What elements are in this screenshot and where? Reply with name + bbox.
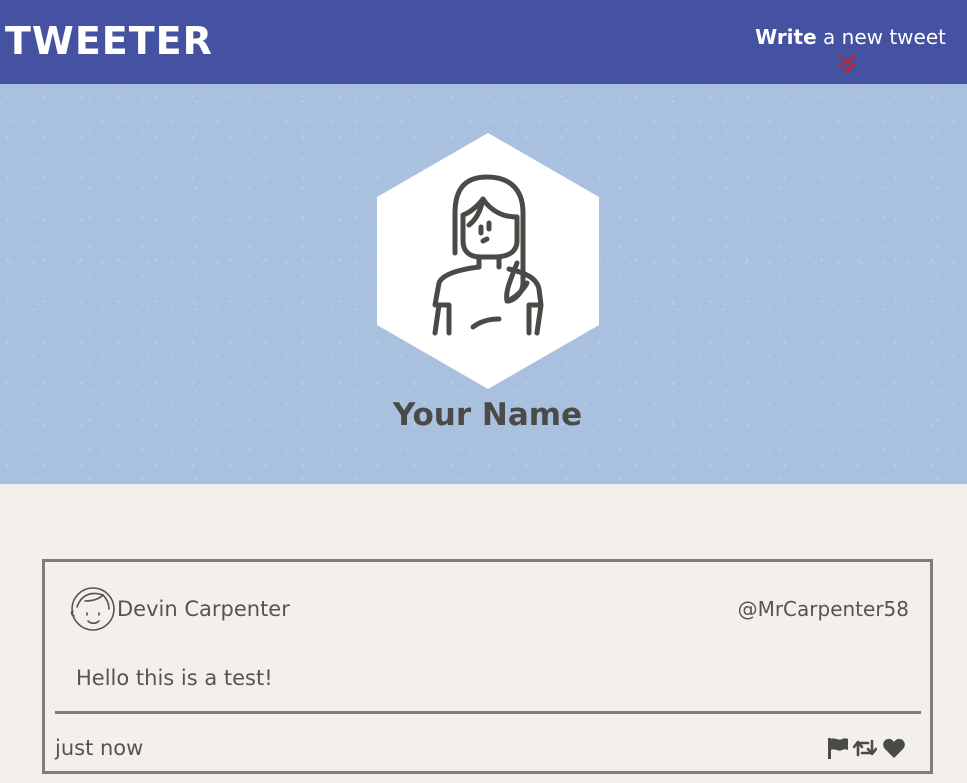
man-avatar-icon xyxy=(70,587,115,631)
retweet-icon[interactable] xyxy=(853,736,877,760)
flag-icon[interactable] xyxy=(826,736,850,760)
compose-label-rest: a new tweet xyxy=(816,25,946,49)
top-navbar: TWEETER Write a new tweet xyxy=(0,0,967,84)
tweet-body: Hello this is a test! xyxy=(76,666,273,690)
tweet-divider xyxy=(55,711,921,714)
tweet-card: Devin Carpenter @MrCarpenter58 Hello thi… xyxy=(42,559,933,774)
heart-icon[interactable] xyxy=(882,736,906,760)
profile-avatar xyxy=(377,133,599,389)
double-chevron-down-icon[interactable] xyxy=(837,54,857,74)
tweet-timestamp: just now xyxy=(55,736,144,760)
tweet-actions xyxy=(826,736,910,762)
profile-name: Your Name xyxy=(392,397,583,433)
compose-label-bold: Write xyxy=(755,25,817,49)
write-new-tweet-toggle[interactable]: Write a new tweet xyxy=(755,22,946,52)
profile-header: Your Name xyxy=(0,84,967,484)
tweet-author-handle: @MrCarpenter58 xyxy=(737,597,909,621)
tweet-author-name: Devin Carpenter xyxy=(117,597,290,621)
app-logo[interactable]: TWEETER xyxy=(5,18,213,64)
